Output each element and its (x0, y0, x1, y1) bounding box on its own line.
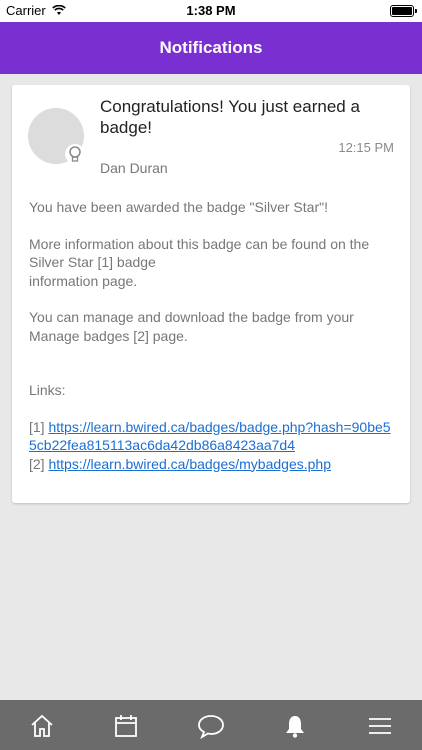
status-time: 1:38 PM (186, 3, 236, 18)
tab-messages[interactable] (197, 712, 225, 740)
link-2-prefix: [2] (29, 455, 45, 472)
body-paragraph-info-2: information page. (29, 272, 138, 289)
notification-title: Congratulations! You just earned a badge… (100, 97, 360, 137)
status-bar: Carrier 1:38 PM (0, 0, 422, 22)
link-1-row: [1] https://learn.bwired.ca/badges/badge… (29, 418, 397, 455)
nav-bar: Notifications (0, 22, 422, 74)
chat-icon (198, 715, 224, 739)
battery-icon (390, 5, 417, 17)
bell-icon (286, 716, 304, 738)
notification-body: You have been awarded the badge "Silver … (29, 198, 397, 473)
tab-notifications[interactable] (281, 712, 309, 740)
page-title: Notifications (159, 38, 263, 57)
body-paragraph-manage: You can manage and download the badge fr… (29, 309, 354, 344)
calendar-icon (115, 715, 137, 737)
link-2-row: [2] https://learn.bwired.ca/badges/mybad… (29, 455, 397, 474)
notification-author[interactable]: Dan Duran (100, 160, 168, 176)
notification-time: 12:15 PM (338, 140, 394, 155)
notification-card: Congratulations! You just earned a badge… (12, 85, 410, 503)
tab-bar (0, 700, 422, 750)
menu-icon (369, 718, 391, 734)
tab-more[interactable] (366, 712, 394, 740)
body-paragraph-info: More information about this badge can be… (29, 235, 370, 271)
home-icon (31, 714, 53, 737)
badge-icon (65, 144, 85, 164)
tab-home[interactable] (28, 712, 56, 740)
tab-calendar[interactable] (112, 712, 140, 740)
body-paragraph-award: You have been awarded the badge "Silver … (29, 199, 328, 215)
mybadges-link[interactable]: https://learn.bwired.ca/badges/mybadges.… (48, 456, 331, 472)
links-label: Links: (29, 382, 66, 398)
link-1-prefix: [1] (29, 418, 45, 435)
badge-link[interactable]: https://learn.bwired.ca/badges/badge.php… (29, 419, 391, 454)
